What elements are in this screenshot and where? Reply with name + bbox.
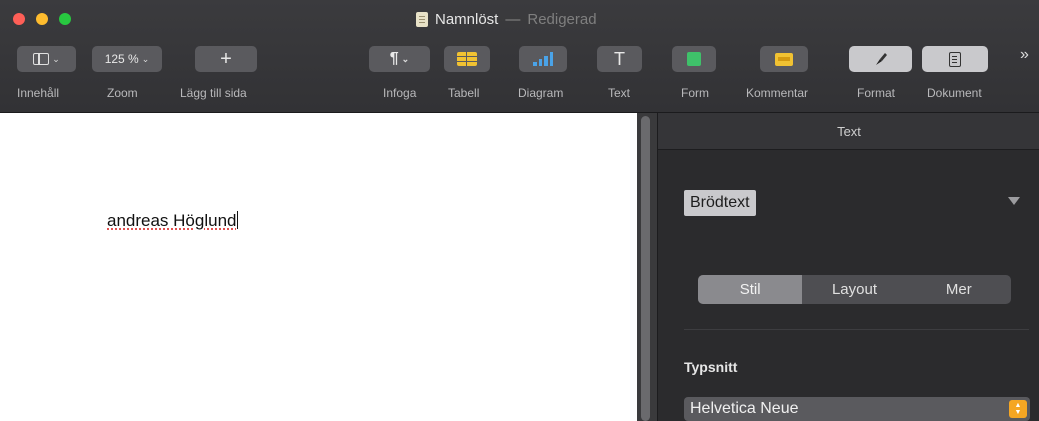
zoom-label: Zoom (107, 86, 138, 100)
chart-button[interactable] (519, 46, 567, 72)
add-page-label: Lägg till sida (180, 86, 247, 100)
chevron-down-icon: ⌄ (52, 53, 60, 64)
document-label: Dokument (927, 86, 982, 100)
comment-label: Kommentar (746, 86, 809, 100)
window-title: Namnlöst — Redigerad (416, 8, 597, 30)
font-family-value: Helvetica Neue (690, 400, 799, 417)
format-button[interactable] (849, 46, 912, 72)
chevron-down-icon: ⌄ (401, 53, 410, 64)
table-icon (457, 52, 477, 66)
view-button[interactable]: ⌄ (17, 46, 76, 72)
window-title-status: Redigerad (527, 10, 597, 28)
chart-icon (533, 52, 553, 66)
text-box-button[interactable]: T (597, 46, 642, 72)
close-window-button[interactable] (13, 13, 25, 25)
toolbar: Namnlöst — Redigerad ⌄ Innehåll 125 % ⌄ … (0, 0, 1039, 113)
document-text-content: andreas Höglund (107, 211, 237, 230)
format-inspector: Text Brödtext Stil Layout Mer Typsnitt H… (657, 113, 1039, 421)
text-label: Text (608, 86, 631, 100)
window-title-name: Namnlöst (435, 10, 499, 28)
document-button[interactable] (922, 46, 988, 72)
comment-icon (775, 52, 793, 66)
table-label: Tabell (448, 86, 480, 100)
window-title-separator: — (505, 10, 521, 28)
document-icon (416, 11, 428, 27)
shape-icon (687, 52, 701, 66)
tab-style[interactable]: Stil (698, 275, 803, 304)
pilcrow-icon: ¶ (389, 50, 399, 67)
shape-button[interactable] (672, 46, 716, 72)
disclosure-triangle-icon[interactable] (1008, 197, 1020, 205)
font-section-label: Typsnitt (684, 359, 738, 375)
sidebar-view-icon (33, 53, 50, 65)
document-canvas[interactable]: andreas Höglund (0, 113, 637, 421)
paintbrush-icon (875, 53, 887, 65)
popup-stepper-icon[interactable]: ▲ ▼ (1009, 400, 1027, 418)
tab-more[interactable]: Mer (907, 275, 1011, 304)
insert-label: Infoga (383, 86, 417, 100)
divider (684, 329, 1029, 330)
inspector-header: Text (658, 113, 1039, 150)
scrollbar-thumb[interactable] (641, 116, 650, 421)
font-family-select[interactable]: Helvetica Neue ▲ ▼ (684, 397, 1030, 421)
comment-button[interactable] (760, 46, 808, 72)
chart-label: Diagram (518, 86, 564, 100)
text-icon: T (614, 48, 625, 69)
document-icon (949, 51, 961, 67)
shape-label: Form (681, 86, 709, 100)
table-button[interactable] (444, 46, 490, 72)
chevron-down-icon: ⌄ (141, 53, 150, 64)
plus-icon: + (220, 47, 232, 70)
zoom-value: 125 % (104, 52, 139, 66)
view-label: Innehåll (17, 86, 60, 100)
format-label: Format (857, 86, 896, 100)
zoom-window-button[interactable] (59, 13, 71, 25)
inspector-tabs: Stil Layout Mer (698, 275, 1011, 304)
text-caret (237, 211, 239, 229)
add-page-button[interactable]: + (195, 46, 257, 72)
insert-button[interactable]: ¶ ⌄ (369, 46, 430, 72)
zoom-select[interactable]: 125 % ⌄ (92, 46, 162, 72)
document-text[interactable]: andreas Höglund (107, 211, 239, 231)
tab-layout[interactable]: Layout (802, 275, 906, 304)
minimize-window-button[interactable] (36, 13, 48, 25)
toolbar-overflow-button[interactable]: » (1020, 46, 1029, 64)
paragraph-style-button[interactable]: Brödtext (684, 190, 756, 216)
